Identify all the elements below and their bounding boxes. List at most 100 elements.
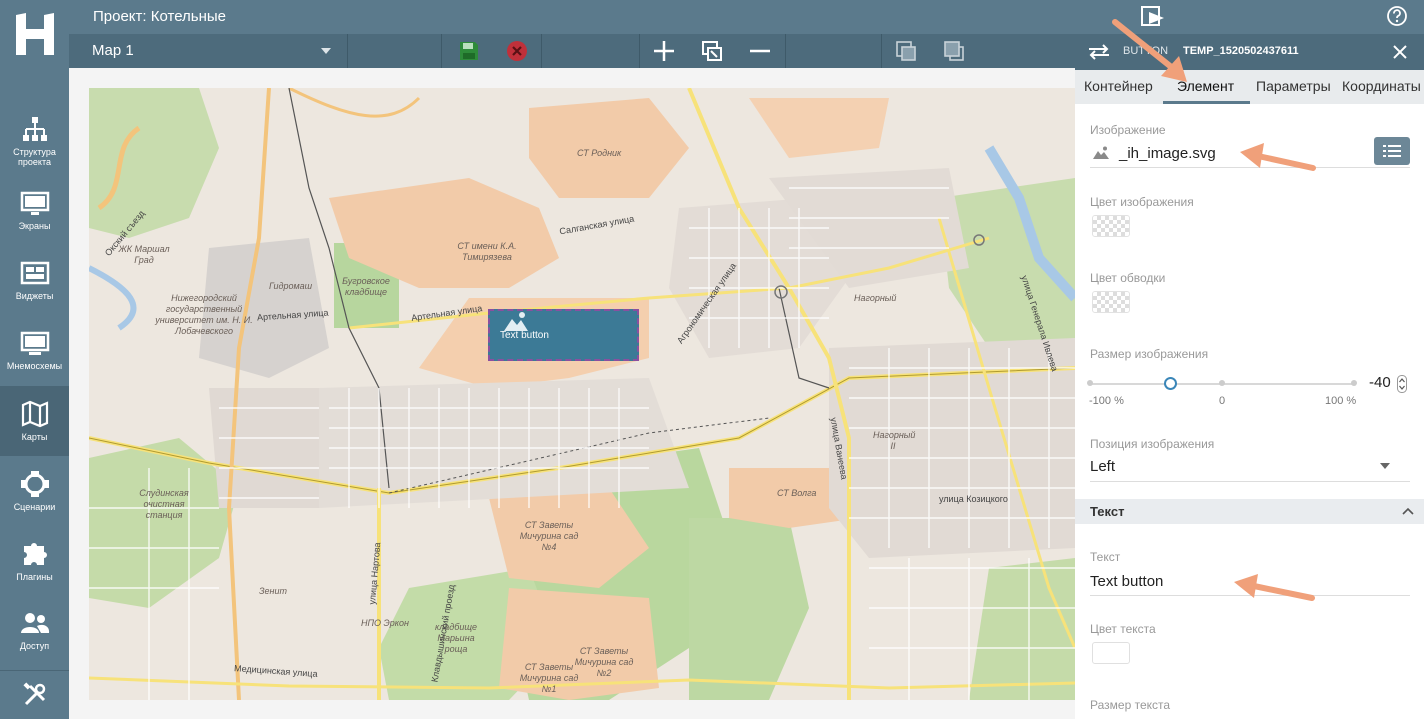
image-position-label: Позиция изображения [1090,437,1215,451]
image-color-label: Цвет изображения [1090,195,1194,209]
map-label: СТ Родник [577,148,622,158]
slider-tick [1087,380,1093,386]
text-section-header[interactable]: Текст [1075,499,1424,524]
active-tab-indicator [1163,101,1250,104]
map-label: СТ Заветы Мичурина сад №4 [519,520,579,552]
map-label: Гидромаш [269,281,313,291]
text-button-widget[interactable]: Text button [488,309,639,361]
map-label: НПО Эркон [361,618,409,628]
send-back-button[interactable] [942,40,966,62]
tab-parameters[interactable]: Параметры [1256,78,1331,94]
sidebar-item-label: Сценарии [13,502,56,512]
slider-tick [1219,380,1225,386]
cancel-button[interactable] [505,40,529,62]
annotation-arrow [1240,143,1316,171]
map-label: Нагорный II [873,430,916,451]
image-size-value[interactable]: -40 [1369,374,1391,391]
app-logo[interactable] [0,0,69,68]
sidebar-item-mnemo[interactable]: Мнемосхемы [0,316,69,386]
stroke-color-swatch[interactable] [1092,291,1130,313]
image-position-select[interactable]: Left [1090,458,1115,475]
layer-up-icon [896,41,916,61]
map-icon [21,400,48,428]
map-selector[interactable]: Map 1 [69,34,348,68]
zoom-out-button[interactable] [748,40,772,62]
plugins-icon [23,543,47,565]
sidebar-item-label: Виджеты [15,291,54,301]
sidebar-item-screens[interactable]: Экраны [0,176,69,246]
sidebar-item-tools[interactable] [0,672,69,718]
properties-panel: BUTTON TEMP_1520502437611 Контейнер Элем… [1075,34,1424,719]
map-label: улица Козицкого [939,494,1008,504]
help-button[interactable] [1386,5,1408,32]
sidebar-item-widgets[interactable]: Виджеты [0,246,69,316]
monitor-icon [20,191,49,215]
sidebar-item-label: Структура проекта [13,147,56,167]
map-label: СТ Заветы Мичурина сад №1 [519,662,579,694]
layer-down-icon [944,41,964,61]
map-label: СТ Волга [777,488,817,498]
zoom-in-button[interactable] [652,40,676,62]
map-label: СТ имени К.А. Тимирязева [457,241,517,262]
image-field[interactable]: _ih_image.svg [1119,145,1216,162]
users-icon [20,613,49,633]
plus-icon [654,41,674,61]
stroke-color-label: Цвет обводки [1090,271,1166,285]
text-color-label: Цвет текста [1090,622,1156,636]
sidebar-item-label: Доступ [19,641,50,651]
map-label: Нижегородский государственный университе… [155,293,253,336]
image-size-label: Размер изображения [1090,347,1209,361]
scenarios-icon [20,471,49,497]
tab-coordinates[interactable]: Координаты [1342,78,1421,94]
map-label: Зенит [259,586,287,596]
text-input[interactable]: Text button [1090,573,1163,590]
map-label: Слудинская очистная станция [139,488,189,520]
structure-icon [22,117,47,141]
toolbar-divider [881,34,882,68]
sidebar-item-structure[interactable]: Структура проекта [0,106,69,176]
fit-screen-icon [702,41,722,61]
chevron-down-icon [1380,463,1390,469]
close-circle-icon [507,41,527,61]
image-icon [1093,146,1109,159]
toolbar-divider [785,34,786,68]
fit-button[interactable] [700,40,724,62]
image-browse-button[interactable] [1374,137,1410,165]
image-color-swatch[interactable] [1092,215,1130,237]
sidebar-item-plugins[interactable]: Плагины [0,526,69,596]
sidebar-divider [0,670,69,671]
map-canvas-area: СТ Родник СТ имени К.А. Тимирязева Салга… [69,68,1075,719]
stepper-icon[interactable] [1397,375,1407,393]
sidebar-item-access[interactable]: Доступ [0,596,69,666]
toolbar-divider [541,34,542,68]
sidebar-item-label: Карты [21,432,48,442]
save-button[interactable] [457,40,481,62]
chevron-down-icon [321,48,331,54]
image-icon [504,312,528,331]
text-color-swatch[interactable] [1092,642,1130,664]
sidebar-item-scenarios[interactable]: Сценарии [0,456,69,526]
annotation-arrow [1234,574,1315,601]
mnemo-icon [20,331,49,355]
map-label: Бугровское кладбище [342,276,390,297]
save-icon [460,42,478,60]
map-view[interactable]: СТ Родник СТ имени К.А. Тимирязева Салга… [89,88,1075,700]
tools-icon [22,682,45,706]
image-label: Изображение [1090,123,1166,137]
bring-front-button[interactable] [894,40,918,62]
help-icon [1387,6,1407,26]
sidebar-item-label: Экраны [18,221,51,231]
slider-max-label: 100 % [1325,395,1357,407]
close-icon[interactable] [1393,45,1407,59]
logo-icon [15,13,54,55]
chevron-up-icon [1402,507,1414,515]
sidebar-item-maps[interactable]: Карты [0,386,69,456]
slider-handle[interactable] [1163,377,1177,390]
map-label: ЖК Маршал Град [118,244,170,265]
list-icon [1383,145,1401,157]
field-underline [1090,481,1410,482]
map-label: СТ Заветы Мичурина сад №2 [574,646,634,678]
text-size-label: Размер текста [1090,698,1171,712]
editor-toolbar: Map 1 [69,34,1075,68]
top-bar: Проект: Котельные [69,0,1424,34]
